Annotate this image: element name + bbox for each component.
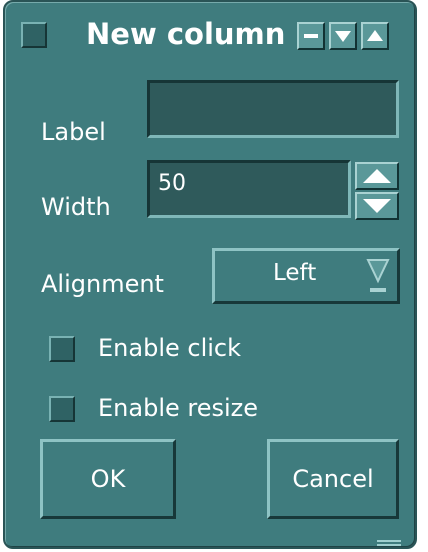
width-input[interactable]: 50: [147, 160, 351, 218]
enable-click-label[interactable]: Enable click: [98, 334, 241, 362]
width-caption: Width: [41, 193, 111, 221]
maximize-up-icon[interactable]: [361, 22, 389, 50]
enable-resize-checkbox[interactable]: [49, 396, 75, 422]
label-input[interactable]: [147, 80, 399, 138]
window-menu-checkbox-icon[interactable]: [21, 22, 47, 48]
resize-grip-icon[interactable]: [377, 540, 401, 548]
alignment-dropdown[interactable]: Left: [212, 248, 400, 304]
width-decrement-button[interactable]: [355, 192, 399, 220]
title-bar[interactable]: New column: [11, 8, 411, 64]
minimize-icon[interactable]: [297, 22, 325, 50]
width-increment-button[interactable]: [355, 162, 399, 190]
alignment-selected-value: Left: [273, 260, 317, 286]
enable-resize-label[interactable]: Enable resize: [98, 394, 258, 422]
alignment-caption: Alignment: [41, 270, 164, 298]
enable-click-checkbox[interactable]: [49, 336, 75, 362]
new-column-dialog: New column Label Width 50 Alignment Left…: [3, 0, 417, 549]
shade-down-icon[interactable]: [329, 22, 357, 50]
cancel-button[interactable]: Cancel: [267, 439, 399, 519]
window-title: New column: [86, 17, 286, 51]
ok-button[interactable]: OK: [40, 439, 176, 519]
label-caption: Label: [41, 118, 106, 146]
dropdown-arrow-icon: [366, 259, 390, 292]
